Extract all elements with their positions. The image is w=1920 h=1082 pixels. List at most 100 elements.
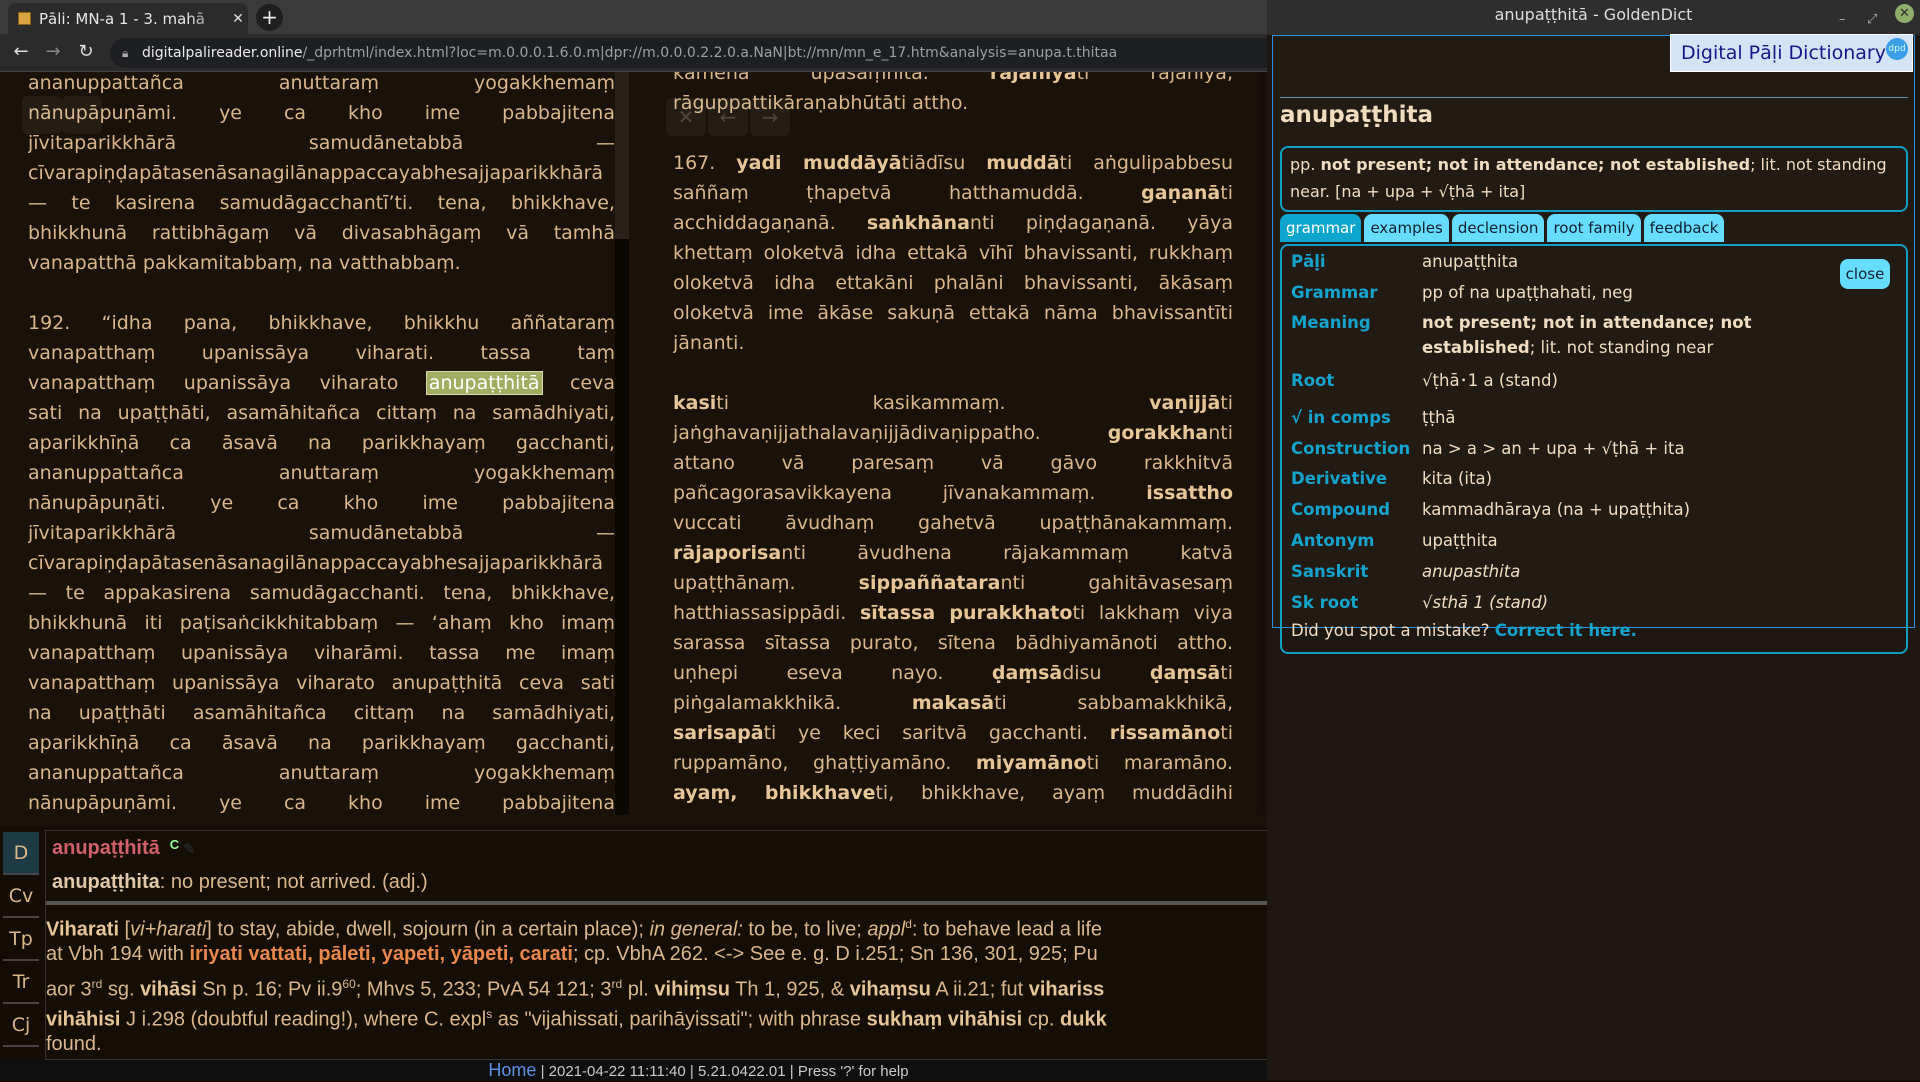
grammar-label: Antonym	[1291, 531, 1375, 550]
correct-it-link[interactable]: Correct it here.	[1495, 621, 1637, 640]
ped-line: vihāhisi J i.298 (doubtful reading!), wh…	[46, 999, 1267, 1031]
text-segment: ti aṅgulipabbesu	[1059, 152, 1233, 174]
text-segment: cīvarapiṇḍapātasenāsanagilānappaccayabhe…	[28, 552, 604, 574]
grammar-label: Compound	[1291, 500, 1391, 519]
dictionary-side-tabs: D Cv Tp Tr Cj	[3, 832, 39, 1047]
footer-datetime: 2021-04-22 11:11:40	[548, 1063, 686, 1080]
italic-text: in general:	[649, 918, 743, 941]
article-view: Digital Pāḷi Dictionary dpd anupaṭṭhita …	[1272, 34, 1915, 654]
left-overlay-button-2[interactable]	[62, 96, 102, 134]
browser-tab[interactable]: Pāli: MN-a 1 - 3. mahā ✕	[8, 3, 248, 34]
pencil-icon[interactable]: ✎	[183, 841, 196, 858]
analysis-headword[interactable]: anupaṭṭhitā	[52, 837, 160, 859]
back-arrow-icon[interactable]: ←	[10, 41, 32, 62]
text-segment: jīvitaparikkhārā samudānetabbā —	[28, 522, 615, 544]
right-scrollbar[interactable]	[1258, 72, 1267, 815]
italic-text: appl	[867, 918, 906, 941]
text-segment: ti rajanīyā,	[1076, 72, 1233, 84]
summary-box: pp. not present; not in attendance; not …	[1280, 146, 1908, 212]
home-link[interactable]: Home	[488, 1060, 536, 1080]
summary-meaning: not present; not in attendance; not esta…	[1320, 155, 1751, 174]
url-path: /_dprhtml/index.html?loc=m.0.0.0.1.6.0.m…	[302, 45, 1118, 61]
highlighted-word[interactable]: anupaṭṭhitā	[425, 371, 543, 395]
meaning-bold: established	[1422, 338, 1530, 357]
text-segment: saññaṃ ṭhapetvā hatthamuddā.	[673, 182, 1142, 204]
tab-close-icon[interactable]: ✕	[228, 11, 248, 27]
minimize-icon[interactable]: –	[1839, 5, 1846, 35]
forward-arrow-icon[interactable]: →	[42, 41, 64, 62]
close-icon[interactable]: ✕	[666, 98, 706, 136]
text-line: kasiti kasikammaṃ. vaṇijjāti	[673, 388, 1233, 418]
grammar-label: Sanskrit	[1291, 562, 1369, 581]
bold-term: sukhaṃ vihāhisi	[866, 1008, 1023, 1031]
text-line: hatthiassasippādi. sītassa purakkhatoti …	[673, 598, 1233, 628]
tab-feedback[interactable]: feedback	[1643, 214, 1725, 242]
grammar-value: pp of na upaṭṭhahati, neg	[1422, 283, 1633, 302]
grammar-label: Derivative	[1291, 469, 1388, 488]
text-segment: : to behave lead a life	[911, 918, 1103, 941]
tab-declension[interactable]: declension	[1451, 214, 1545, 242]
side-tab-d[interactable]: D	[3, 832, 39, 875]
reader-right-column: kāmena upasaṃhitā. rajanīyāti rajanīyā, r…	[673, 72, 1233, 815]
close-button[interactable]: close	[1840, 259, 1890, 289]
side-tab-cj[interactable]: Cj	[3, 1004, 39, 1047]
text-segment: ananuppattañca anuttaraṃ yogakkhemaṃ	[28, 72, 615, 94]
tab-title: Pāli: MN-a 1 - 3. mahā	[39, 9, 206, 28]
text-segment: hatthiassasippādi.	[673, 602, 860, 624]
tab-bar: Pāli: MN-a 1 - 3. mahā ✕ +	[0, 0, 1267, 34]
dpd-logo-icon: dpd	[1886, 38, 1908, 60]
goldendict-window: anupaṭṭhitā - GoldenDict – ⤢ ✕ Digital P…	[1267, 0, 1920, 1080]
bold-term: ḍaṃsā	[1149, 662, 1221, 684]
text-segment: J i.298 (doubtful reading!), where C. ex…	[120, 1008, 487, 1031]
text-segment: bhikkhunā iti paṭisaṅcikkhitabbaṃ — ‘aha…	[28, 612, 615, 634]
bold-term: Viharati	[46, 918, 119, 941]
previous-arrow-icon[interactable]: ←	[708, 98, 748, 136]
tab-examples[interactable]: examples	[1364, 214, 1449, 242]
grammar-label: Sk root	[1291, 593, 1359, 612]
side-tab-tp[interactable]: Tp	[3, 918, 39, 961]
text-line: ruppamāno, ghaṭṭiyamāno. miyamānoti mara…	[673, 748, 1233, 778]
address-bar-row: ← → ↻ 🔒︎ digitalpalireader.online/_dprht…	[0, 34, 1310, 72]
text-segment: ti	[1220, 662, 1233, 684]
text-line: pañcagorasavikkayena jīvanakammaṃ. issat…	[673, 478, 1233, 508]
url-input[interactable]: 🔒︎ digitalpalireader.online/_dprhtml/ind…	[110, 38, 1310, 68]
side-tab-tr[interactable]: Tr	[3, 961, 39, 1004]
text-line: vanapatthaṃ upanissāya viharāmi. tassa m…	[28, 638, 615, 668]
dictionary-name-badge[interactable]: Digital Pāḷi Dictionary dpd	[1670, 34, 1913, 72]
tab-grammar[interactable]: grammar	[1280, 214, 1362, 242]
next-arrow-icon[interactable]: →	[750, 98, 790, 136]
cpd-definition: anupaṭṭhita: no present; not arrived. (a…	[52, 871, 428, 894]
divider	[1280, 97, 1908, 98]
text-segment: nti gahitāvasesaṃ	[1000, 572, 1234, 594]
text-line: oloketvā ime ākāse sakuṇā ettakā nāma bh…	[673, 298, 1233, 328]
restore-icon[interactable]: ⤢	[1867, 5, 1877, 35]
related-terms: iriyati vattati, pāleti, yapeti, yāpeti,…	[189, 943, 573, 965]
bold-term: dukk	[1060, 1008, 1107, 1031]
left-scrollbar-thumb[interactable]	[615, 72, 629, 239]
headword-tag: C	[169, 837, 180, 852]
meaning-bold: not present; not in attendance; not	[1422, 313, 1752, 332]
bold-term: vihāhisi	[46, 1008, 121, 1031]
side-tab-cv[interactable]: Cv	[3, 875, 39, 918]
grammar-label: Grammar	[1291, 283, 1378, 302]
grammar-box: Pāḷi anupaṭṭhita Grammar pp of na upaṭṭhaha…	[1280, 244, 1908, 654]
left-overlay-button[interactable]	[22, 96, 62, 134]
window-close-icon[interactable]: ✕	[1895, 4, 1914, 23]
dictionary-name: Digital Pāḷi Dictionary	[1681, 42, 1886, 64]
bold-term: issattho	[1146, 482, 1233, 504]
reader-left-column: ananuppattañca anuttaraṃ yogakkhemaṃ nānu…	[28, 72, 615, 815]
text-segment: bhikkhunā rattibhāgaṃ vā divasabhāgaṃ vā…	[28, 222, 615, 244]
grammar-label: Meaning	[1291, 313, 1371, 332]
text-line: jīvitaparikkhārā samudānetabbā —	[28, 128, 615, 158]
meaning-rest: ; lit. not standing near	[1529, 338, 1714, 357]
superscript: rd	[611, 977, 623, 991]
grammar-value: anupasthita	[1422, 562, 1521, 581]
text-segment: vanapatthā pakkamitabbaṃ, na vatthabbaṃ.	[28, 252, 461, 274]
superscript: rd	[91, 977, 103, 991]
text-segment: 167.	[673, 152, 737, 174]
text-line: upaṭṭhānaṃ. sippaññataranti gahitāvasesa…	[673, 568, 1233, 598]
new-tab-button[interactable]: +	[256, 4, 283, 31]
tab-root-family[interactable]: root family	[1547, 214, 1641, 242]
reload-icon[interactable]: ↻	[75, 41, 97, 62]
text-line: sarassa sītassa purato, sītena bādhiyamā…	[673, 628, 1233, 658]
